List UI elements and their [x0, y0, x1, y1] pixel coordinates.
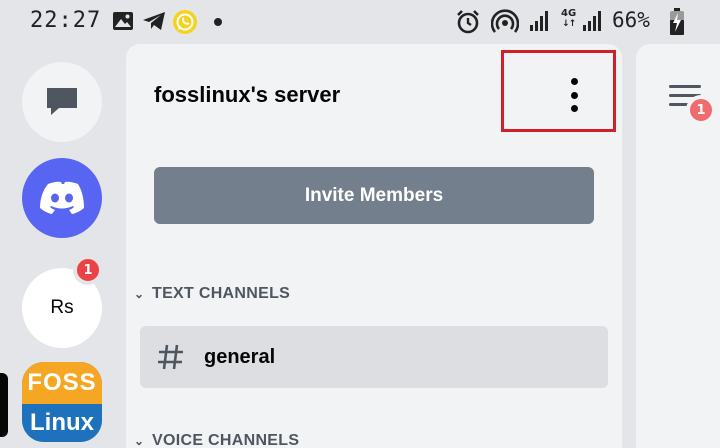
whatsapp-icon: [173, 10, 197, 34]
members-badge: 1: [686, 95, 716, 125]
chevron-down-icon: ⌄: [134, 434, 145, 448]
discord-logo-icon: [40, 181, 84, 214]
network-type: 4G ↓↑: [561, 8, 577, 29]
telegram-icon: [143, 12, 165, 30]
mention-badge: 1: [73, 255, 103, 285]
foss-logo-bottom: Linux: [22, 404, 102, 442]
battery-charging-icon: [670, 8, 684, 35]
hotspot-icon: [491, 9, 519, 33]
direct-messages-button[interactable]: [22, 62, 102, 142]
highlight-box: [501, 50, 616, 132]
channel-item-general[interactable]: general: [140, 326, 608, 388]
hash-icon: [156, 342, 188, 372]
channel-panel: fosslinux's server Invite Members ⌄ TEXT…: [126, 44, 622, 448]
server-rail: Rs FOSS Linux: [0, 44, 126, 448]
more-options-icon[interactable]: [564, 78, 584, 112]
invite-members-button[interactable]: Invite Members: [154, 167, 594, 224]
discord-home-button[interactable]: [22, 158, 102, 238]
clock: 22:27: [30, 8, 102, 33]
status-bar: 22:27 4G ↓↑ 66%: [0, 0, 720, 44]
member-list-panel: 1: [636, 44, 720, 448]
category-text-channels[interactable]: ⌄ TEXT CHANNELS: [134, 285, 290, 303]
signal-icon: [583, 11, 601, 31]
category-voice-channels[interactable]: ⌄ VOICE CHANNELS: [134, 432, 299, 448]
battery-percent: 66%: [612, 8, 650, 32]
category-label: TEXT CHANNELS: [152, 285, 291, 302]
server-name[interactable]: fosslinux's server: [154, 82, 340, 108]
notification-dot-icon: [214, 18, 222, 26]
signal-icon: [530, 11, 548, 31]
foss-logo-top: FOSS: [22, 362, 102, 404]
alarm-icon: [457, 10, 479, 34]
server-initials: Rs: [50, 297, 74, 318]
channel-name: general: [204, 345, 276, 368]
chat-bubble-icon: [47, 88, 77, 115]
gallery-icon: [113, 12, 133, 30]
selected-server-indicator: [0, 373, 8, 437]
category-label: VOICE CHANNELS: [152, 432, 300, 448]
chevron-down-icon: ⌄: [134, 287, 145, 301]
server-foss-linux[interactable]: FOSS Linux: [22, 362, 102, 442]
